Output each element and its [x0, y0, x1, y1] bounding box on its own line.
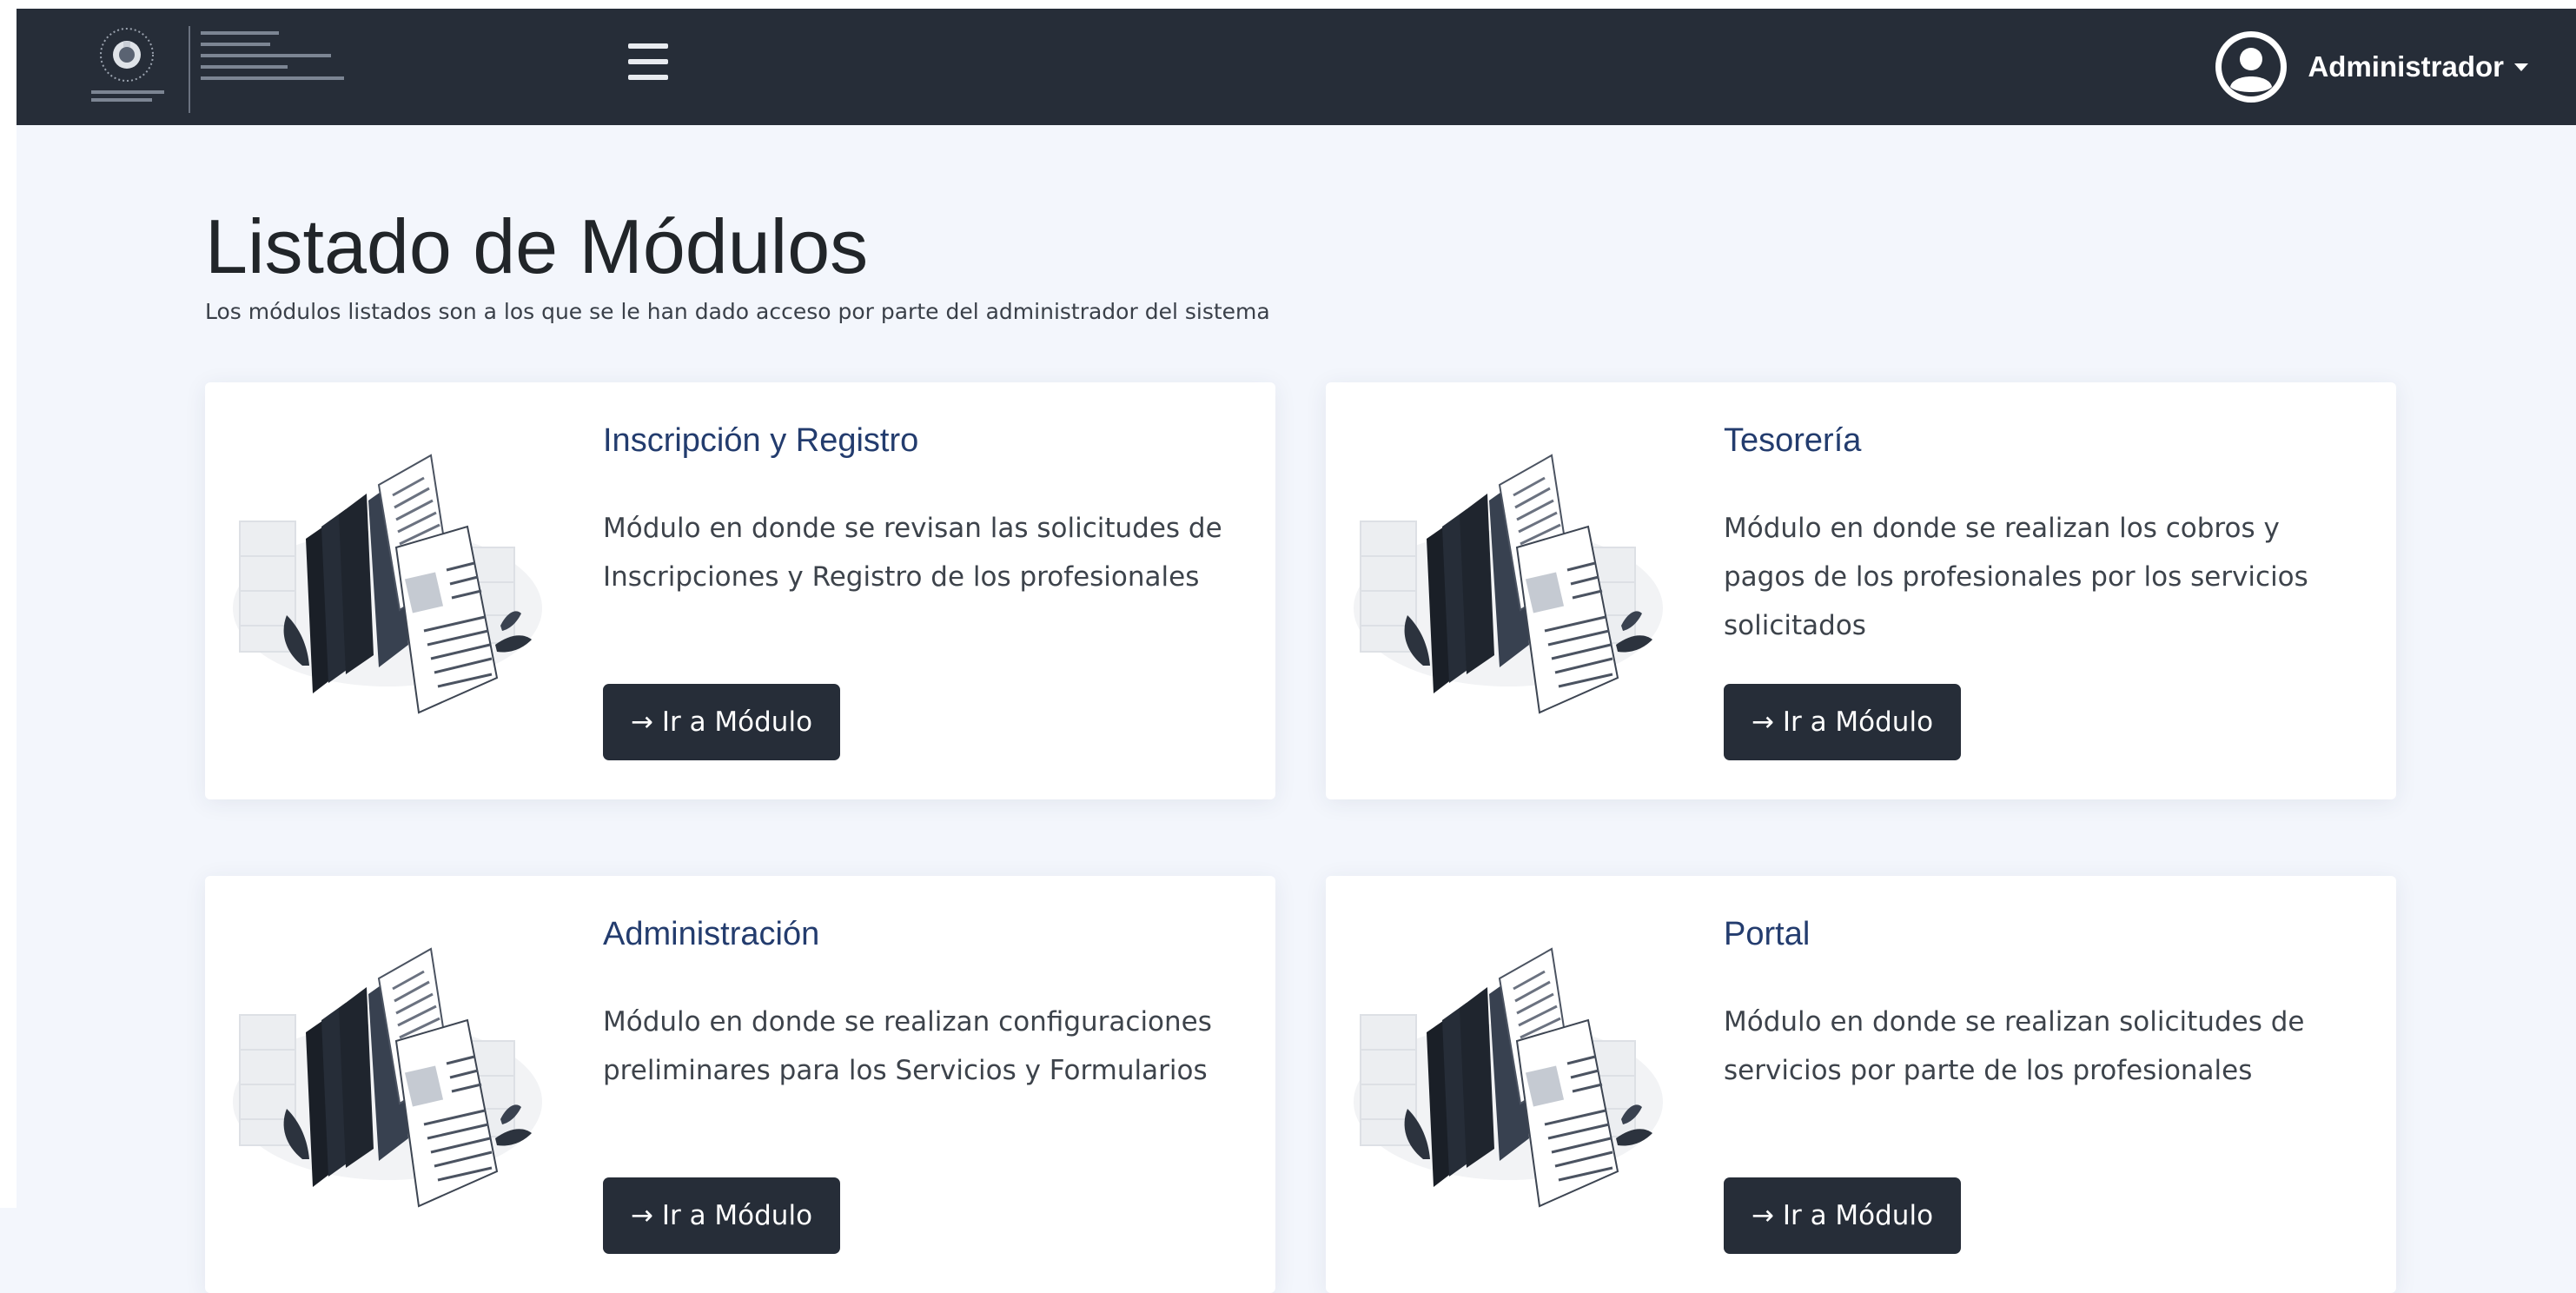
module-description: Módulo en donde se realizan solicitudes … [1724, 1006, 2305, 1086]
window-frame-top [0, 0, 2576, 9]
module-description: Módulo en donde se revisan las solicitud… [603, 513, 1222, 593]
caret-down-icon [2514, 63, 2528, 71]
module-title: Portal [1724, 916, 1811, 952]
documents-folders-illustration-icon [1352, 947, 1665, 1208]
logo-wordmark-lines [201, 31, 366, 88]
institution-logo[interactable] [91, 19, 378, 116]
module-title: Tesorería [1724, 422, 1862, 459]
user-avatar-icon [2215, 31, 2288, 103]
window-frame-left [0, 0, 17, 1208]
user-name: Administrador [2308, 50, 2504, 83]
go-to-module-button[interactable]: → Ir a Módulo [603, 1177, 841, 1254]
module-description: Módulo en donde se realizan configuracio… [603, 1006, 1212, 1086]
documents-folders-illustration-icon [231, 454, 544, 714]
go-to-module-button[interactable]: → Ir a Módulo [1724, 1177, 1962, 1254]
seal-icon [100, 28, 154, 82]
module-description: Módulo en donde se realizan los cobros y… [1724, 513, 2308, 641]
logo-divider [189, 26, 190, 113]
documents-folders-illustration-icon [1352, 454, 1665, 714]
module-card-tesoreria: Tesorería Módulo en donde se realizan lo… [1326, 382, 2396, 799]
module-title: Inscripción y Registro [603, 422, 919, 459]
logo-caption-lines [91, 90, 164, 106]
module-card-portal: Portal Módulo en donde se realizan solic… [1326, 876, 2396, 1293]
page-title: Listado de Módulos [205, 203, 869, 289]
module-card-inscripcion: Inscripción y Registro Módulo en donde s… [205, 382, 1275, 799]
documents-folders-illustration-icon [231, 947, 544, 1208]
user-dropdown[interactable]: Administrador [2215, 31, 2528, 103]
page-subtitle: Los módulos listados son a los que se le… [205, 299, 1270, 324]
go-to-module-button[interactable]: → Ir a Módulo [1724, 684, 1962, 760]
module-card-administracion: Administración Módulo en donde se realiz… [205, 876, 1275, 1293]
top-navbar: Administrador [17, 9, 2576, 125]
module-title: Administración [603, 916, 820, 952]
go-to-module-button[interactable]: → Ir a Módulo [603, 684, 841, 760]
hamburger-menu-icon[interactable] [628, 38, 672, 85]
